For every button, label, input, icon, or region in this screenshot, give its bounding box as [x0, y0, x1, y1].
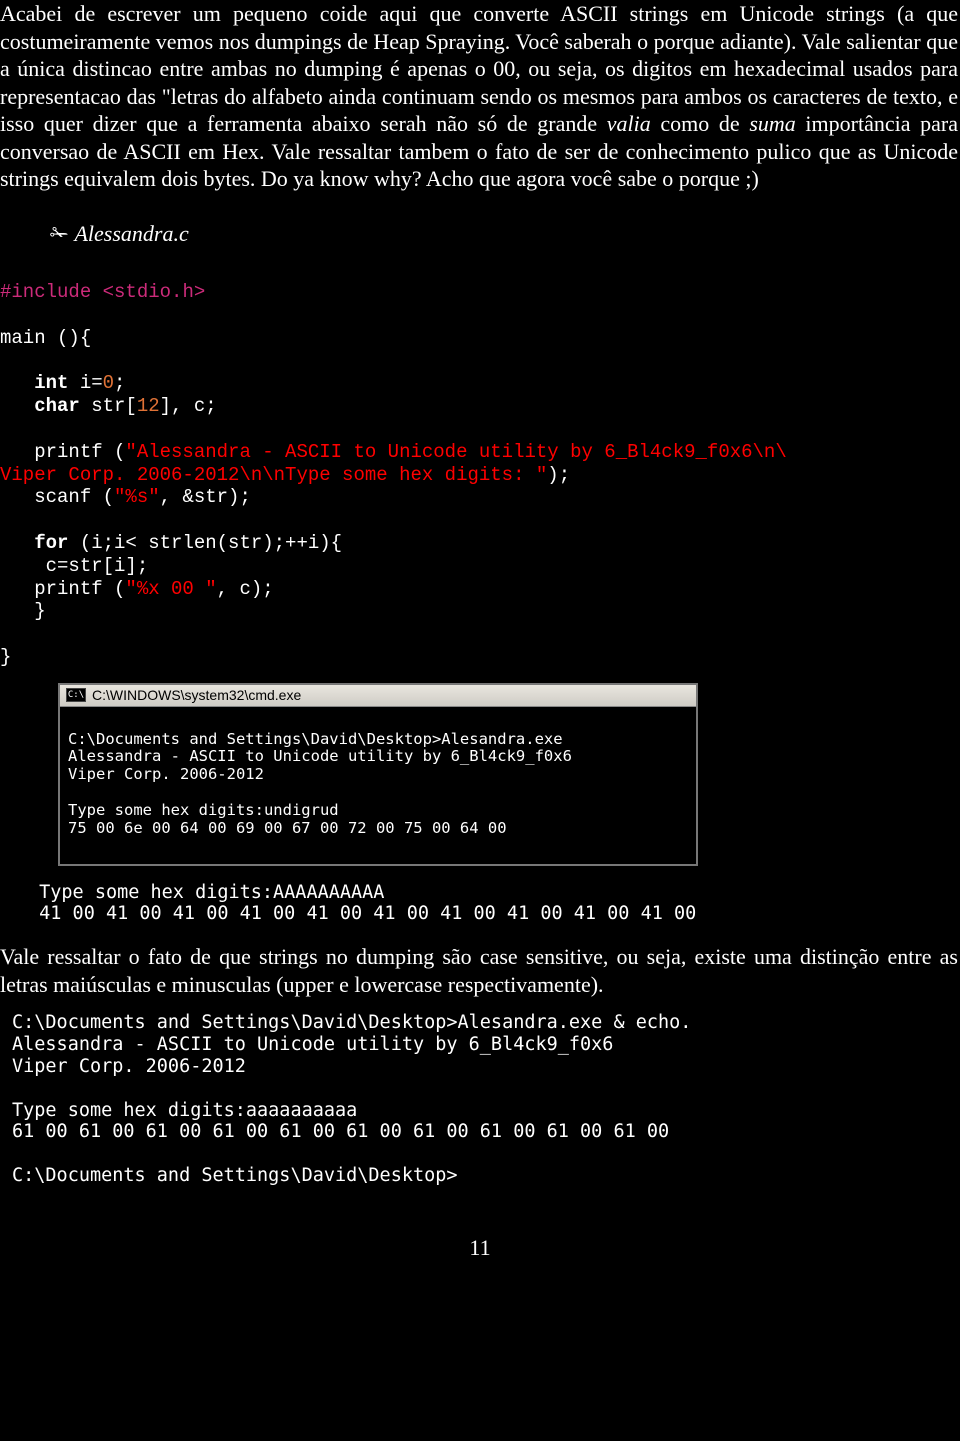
source-file-label: ✁Alessandra.c [0, 203, 960, 253]
cmd-icon: C:\ [66, 688, 86, 702]
code-printf1-a: printf ( [0, 441, 125, 463]
source-file-name: Alessandra.c [74, 221, 188, 246]
p1-ital2: suma [749, 111, 795, 136]
cmd-window: C:\ C:\WINDOWS\system32\cmd.exe C:\Docum… [58, 683, 698, 866]
paragraph-1: Acabei de escrever um pequeno coide aqui… [0, 0, 960, 193]
code-char-var: str[ [80, 395, 137, 417]
code-include-hdr: <stdio.h> [103, 281, 206, 303]
code-include-kw: #include [0, 281, 103, 303]
code-char-kw: char [0, 395, 80, 417]
code-int-var: i= [68, 372, 102, 394]
page-number: 11 [0, 1187, 960, 1261]
code-printf1-str2: Viper Corp. 2006-2012\n\nType some hex d… [0, 464, 547, 486]
code-scanf-rest: , &str); [160, 486, 251, 508]
cmd-output: C:\Documents and Settings\David\Desktop>… [60, 707, 696, 864]
terminal-sample-uppercase: Type some hex digits:AAAAAAAAAA 41 00 41… [0, 878, 960, 926]
code-brace-close2: } [0, 646, 11, 668]
cmd-title: C:\WINDOWS\system32\cmd.exe [92, 687, 301, 703]
code-for-kw: for [0, 532, 68, 554]
code-printf1-close: ); [547, 464, 570, 486]
p1-ital1: valia [607, 111, 651, 136]
code-printf2-str: "%x 00 " [125, 578, 216, 600]
code-printf1-str1: "Alessandra - ASCII to Unicode utility b… [125, 441, 786, 463]
code-for-cond: (i;i< strlen(str);++i){ [68, 532, 342, 554]
paragraph-2: Vale ressaltar o fato de que strings no … [0, 943, 960, 998]
terminal-sample-lowercase: C:\Documents and Settings\David\Desktop>… [0, 1008, 960, 1187]
code-printf2-a: printf ( [0, 578, 125, 600]
scissors-icon: ✁ [50, 221, 68, 246]
code-assign: c=str[i]; [0, 555, 148, 577]
source-code-block: #include <stdio.h> main (){ int i=0; cha… [0, 253, 960, 669]
code-char-num: 12 [137, 395, 160, 417]
code-scanf-a: scanf ( [0, 486, 114, 508]
code-int-kw: int [0, 372, 68, 394]
code-scanf-str: "%s" [114, 486, 160, 508]
code-int-num: 0 [103, 372, 114, 394]
code-char-rest: ], c; [160, 395, 217, 417]
code-int-semi: ; [114, 372, 125, 394]
p1-mid: como de [651, 111, 750, 136]
code-printf2-rest: , c); [217, 578, 274, 600]
code-main-open: main (){ [0, 327, 91, 349]
cmd-titlebar: C:\ C:\WINDOWS\system32\cmd.exe [60, 685, 696, 707]
code-brace-close1: } [0, 600, 46, 622]
